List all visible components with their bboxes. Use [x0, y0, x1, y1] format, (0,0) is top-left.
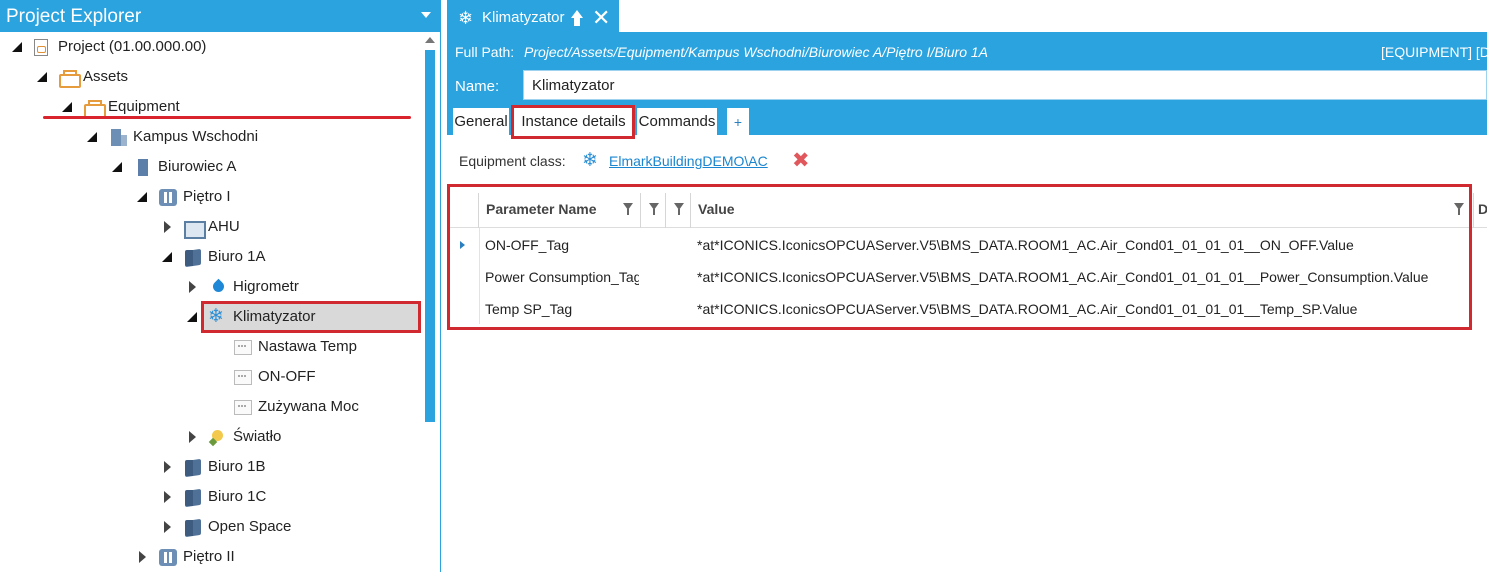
scrollbar-thumb[interactable] [425, 50, 435, 422]
column-header-d[interactable]: D [1474, 193, 1487, 228]
ahu-icon [184, 219, 206, 239]
light-icon [209, 429, 227, 446]
room-icon [184, 489, 202, 506]
pin-up-icon[interactable] [570, 10, 584, 26]
name-label: Name: [455, 78, 500, 95]
collapse-arrow-icon[interactable] [160, 452, 174, 482]
tree-item-label: Piętro II [183, 548, 235, 565]
tree-item-label: Assets [83, 68, 129, 85]
equipment-icon [84, 99, 106, 118]
tab-general[interactable]: General [453, 108, 509, 135]
tree-item-label: Nastawa Temp [258, 338, 357, 355]
collapse-arrow-icon[interactable] [160, 212, 174, 242]
equipment-annotation-underline [43, 116, 411, 119]
document-tab[interactable]: ❄ Klimatyzator ✕ [447, 0, 619, 32]
expand-arrow-icon[interactable] [10, 32, 24, 62]
collapse-arrow-icon[interactable] [135, 542, 149, 572]
project-explorer-title: Project Explorer [6, 6, 142, 27]
add-tab-button[interactable]: + [727, 108, 749, 135]
tree-item-label: Higrometr [233, 278, 299, 295]
assets-icon [59, 69, 81, 88]
tree-item-label: Biuro 1C [208, 488, 267, 505]
expand-arrow-icon[interactable] [35, 62, 49, 92]
expand-arrow-icon[interactable] [110, 152, 124, 182]
tree-item-label: AHU [208, 218, 240, 235]
collapse-arrow-icon[interactable] [185, 422, 199, 452]
collapse-arrow-icon[interactable] [185, 272, 199, 302]
instance-details-annotation-box [511, 105, 635, 139]
building-icon [134, 159, 152, 176]
room-icon [184, 459, 202, 476]
tree-item-label: Biuro 1A [208, 248, 266, 265]
floor-icon [159, 189, 177, 206]
tag-icon [234, 340, 252, 355]
floor-icon [159, 549, 177, 566]
hygrometer-icon [209, 279, 227, 296]
tree-item-label: Project (01.00.000.00) [58, 38, 207, 55]
tree-scrollbar[interactable] [424, 32, 436, 572]
equipment-document: ❄ Klimatyzator ✕ Full Path: Project/Asse… [447, 0, 1487, 572]
collapse-arrow-icon[interactable] [160, 512, 174, 542]
expand-arrow-icon[interactable] [135, 182, 149, 212]
campus-icon [109, 129, 127, 146]
snowflake-icon: ❄ [458, 8, 474, 28]
tree-item-label: Biurowiec A [158, 158, 237, 175]
tree-item-label: ON-OFF [258, 368, 316, 385]
equipment-class-label: Equipment class: [459, 153, 566, 169]
column-header-label: D [1478, 201, 1487, 217]
tree-item-label: Piętro I [183, 188, 231, 205]
scroll-up-arrow-icon[interactable] [425, 37, 435, 43]
close-icon[interactable]: ✕ [592, 0, 610, 36]
equipment-class-link[interactable]: ElmarkBuildingDEMO\AC [609, 153, 768, 169]
room-icon [184, 249, 202, 266]
delete-icon[interactable]: ✖ [792, 148, 810, 173]
tree-item-label: Kampus Wschodni [133, 128, 259, 145]
expand-arrow-icon[interactable] [160, 242, 174, 272]
full-path-value: Project/Assets/Equipment/Kampus Wschodni… [524, 44, 989, 60]
project-explorer-panel: Project Explorer Project (01.00.000.00) … [0, 0, 441, 572]
document-tab-title: Klimatyzator [482, 9, 565, 26]
tag-icon [234, 400, 252, 415]
collapse-arrow-icon[interactable] [160, 482, 174, 512]
tree-item-label: Światło [233, 428, 282, 445]
snowflake-icon: ❄ [582, 150, 598, 171]
project-explorer-header: Project Explorer [0, 0, 441, 32]
expand-arrow-icon[interactable] [185, 302, 199, 332]
full-path-label: Full Path: [455, 44, 515, 60]
tab-commands[interactable]: Commands [637, 108, 717, 135]
expand-arrow-icon[interactable] [85, 122, 99, 152]
grid-annotation-box [447, 184, 1472, 330]
room-icon [184, 519, 202, 536]
panel-menu-arrow-icon[interactable] [421, 12, 431, 18]
tag-icon [234, 370, 252, 385]
name-field[interactable] [523, 70, 1487, 100]
project-tree: Project (01.00.000.00) Assets Equipment … [0, 32, 423, 572]
object-kind-label: [EQUIPMENT] [D [1381, 44, 1487, 60]
tree-item-label: Biuro 1B [208, 458, 266, 475]
tree-item-label: Zużywana Moc [258, 398, 359, 415]
project-icon [34, 39, 48, 56]
tree-item-label: Open Space [208, 518, 292, 535]
klimatyzator-annotation-box [201, 301, 421, 333]
